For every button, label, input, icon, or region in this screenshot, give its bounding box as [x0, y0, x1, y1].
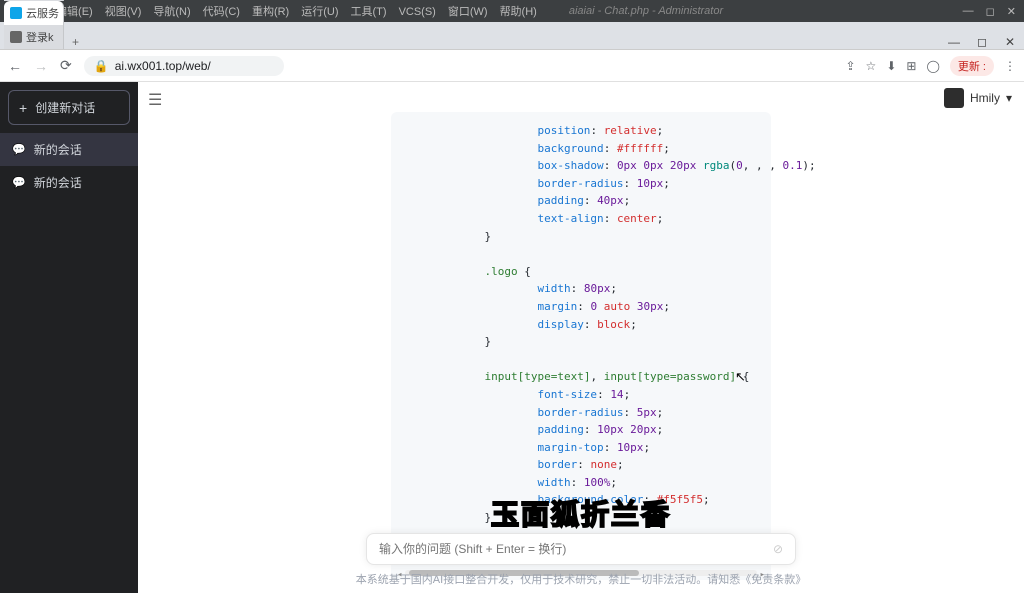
- code-line: font-size: 14;: [405, 386, 757, 404]
- chat-input[interactable]: [379, 542, 773, 556]
- tab-label: 云服务: [26, 5, 59, 21]
- code-line: .logo {: [405, 263, 757, 281]
- favicon-icon: [10, 7, 22, 19]
- chat-icon: 💬: [12, 143, 26, 156]
- code-line: border: none;: [405, 456, 757, 474]
- ide-menu-item[interactable]: 代码(C): [203, 6, 240, 18]
- code-line: box-shadow: 0px 0px 20px rgba(0, , , 0.1…: [405, 157, 757, 175]
- url-text: ai.wx001.top/web/: [115, 59, 211, 73]
- address-bar: ← → ⟳ 🔒 ai.wx001.top/web/ ⇪ ☆ ⬇ ⊞ ◯ 更新 :…: [0, 50, 1024, 82]
- code-line: input[type=text], input[type=password] {: [405, 368, 757, 386]
- code-line: position: relative;: [405, 122, 757, 140]
- sidebar-item-label: 新的会话: [34, 141, 82, 158]
- user-menu[interactable]: Hmily ▾: [944, 88, 1012, 108]
- ide-menubar: 文件(F)编辑(E)视图(V)导航(N)代码(C)重构(R)运行(U)工具(T)…: [0, 0, 1024, 22]
- ide-title-path: aiaiai - Chat.php - Administrator: [569, 5, 723, 17]
- ide-menu-item[interactable]: 重构(R): [252, 6, 289, 18]
- browser-tab-strip: 登录怎么让我还来ChatG(1) ch[VegaStableMidjoSam D…: [0, 22, 1024, 50]
- ide-close-icon[interactable]: ✕: [1007, 5, 1016, 18]
- bookmark-icon[interactable]: ☆: [866, 59, 877, 73]
- download-icon[interactable]: ⬇: [886, 59, 896, 73]
- code-line: margin-top: 10px;: [405, 439, 757, 457]
- collapse-sidebar-icon[interactable]: ☰: [148, 90, 162, 110]
- code-line: text-align: center;: [405, 210, 757, 228]
- chat-icon: 💬: [12, 176, 26, 189]
- code-line: }: [405, 228, 757, 246]
- clear-input-icon[interactable]: ⊘: [773, 542, 783, 556]
- favicon-icon: [10, 31, 22, 43]
- code-line: padding: 40px;: [405, 192, 757, 210]
- update-button[interactable]: 更新 :: [950, 56, 994, 76]
- chat-input-container: ⊘: [366, 533, 796, 565]
- code-line: background-color: #f5f5f5;: [405, 491, 757, 509]
- browser-minimize-icon[interactable]: —: [940, 35, 968, 49]
- code-line: margin: 0 auto 30px;: [405, 298, 757, 316]
- code-line: background: #ffffff;: [405, 140, 757, 158]
- code-line: padding: 10px 20px;: [405, 421, 757, 439]
- code-line: [405, 351, 757, 369]
- browser-close-icon[interactable]: ✕: [996, 35, 1024, 49]
- chevron-down-icon: ▾: [1006, 91, 1012, 105]
- ide-menu-item[interactable]: 视图(V): [105, 6, 142, 18]
- lock-icon: 🔒: [94, 59, 109, 73]
- ide-menu-item[interactable]: 帮助(H): [500, 6, 537, 18]
- ide-menu-item[interactable]: 工具(T): [351, 6, 387, 18]
- code-line: }: [405, 509, 757, 527]
- ide-menu-item[interactable]: VCS(S): [399, 6, 436, 18]
- code-line: [405, 245, 757, 263]
- new-chat-button[interactable]: + 创建新对话: [8, 90, 130, 125]
- extensions-icon[interactable]: ⊞: [906, 59, 916, 73]
- nav-forward-icon[interactable]: →: [34, 58, 48, 74]
- main-area: ☰ Hmily ▾ position: relative; background…: [138, 82, 1024, 593]
- ide-menu-item[interactable]: 导航(N): [153, 6, 190, 18]
- avatar: [944, 88, 964, 108]
- ide-maximize-icon[interactable]: ◻: [986, 5, 995, 18]
- sidebar-item[interactable]: 💬 新的会话: [0, 166, 138, 199]
- code-line: border-radius: 5px;: [405, 404, 757, 422]
- nav-reload-icon[interactable]: ⟳: [60, 57, 72, 74]
- url-field[interactable]: 🔒 ai.wx001.top/web/: [84, 56, 284, 76]
- browser-tab[interactable]: 登录k: [4, 25, 64, 49]
- ide-window-controls: — ◻ ✕: [963, 5, 1016, 18]
- share-icon[interactable]: ⇪: [845, 59, 855, 73]
- sidebar: + 创建新对话 💬 新的会话 💬 新的会话: [0, 82, 138, 593]
- code-line: width: 100%;: [405, 474, 757, 492]
- plus-icon: +: [19, 100, 27, 116]
- footer-note: 本系统基于国内AI接口整合开发，仅用于技术研究，禁止一切非法活动。请知悉《免责条…: [356, 571, 806, 587]
- tab-close-icon[interactable]: ✕: [63, 8, 64, 19]
- ide-menu-item[interactable]: 窗口(W): [448, 6, 488, 18]
- ide-minimize-icon[interactable]: —: [963, 5, 974, 18]
- code-line: border-radius: 10px;: [405, 175, 757, 193]
- sidebar-item-label: 新的会话: [34, 174, 82, 191]
- code-block: position: relative; background: #ffffff;…: [391, 112, 771, 580]
- ide-menu-item[interactable]: 运行(U): [301, 6, 338, 18]
- sidebar-item[interactable]: 💬 新的会话: [0, 133, 138, 166]
- code-line: width: 80px;: [405, 280, 757, 298]
- tab-label: 登录k: [26, 29, 54, 45]
- browser-tab[interactable]: 云服务 ✕: [4, 1, 64, 25]
- nav-back-icon[interactable]: ←: [8, 58, 22, 74]
- new-chat-label: 创建新对话: [35, 99, 95, 116]
- browser-maximize-icon[interactable]: ◻: [968, 35, 996, 49]
- username-label: Hmily: [970, 91, 1000, 105]
- profile-icon[interactable]: ◯: [926, 59, 939, 73]
- new-tab-button[interactable]: +: [64, 35, 87, 49]
- menu-icon[interactable]: ⋮: [1004, 59, 1016, 73]
- code-line: }: [405, 333, 757, 351]
- code-line: display: block;: [405, 316, 757, 334]
